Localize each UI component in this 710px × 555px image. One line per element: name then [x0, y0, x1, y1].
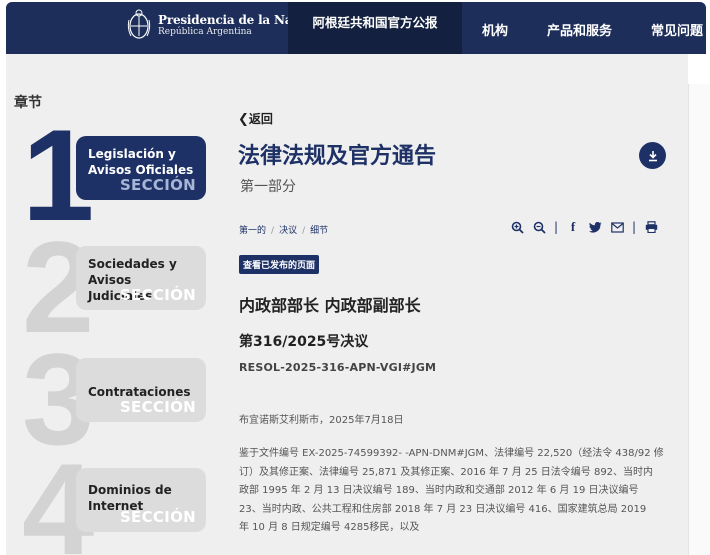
section-name: Legislación y: [88, 147, 176, 161]
download-button[interactable]: [639, 142, 666, 169]
body-line: 鉴于文件编号 EX-2025-74599392- -APN-DNM#JGM、法律…: [239, 448, 664, 459]
toolbar: | f |: [510, 219, 658, 234]
nav-item-productos-servicios[interactable]: 产品和服务: [547, 20, 612, 39]
back-label: 返回: [248, 112, 273, 126]
section-name: Dominios de: [88, 483, 172, 497]
chevron-left-icon: ❮: [238, 112, 249, 127]
resolution-code: RESOL-2025-316-APN-VGI#JGM: [239, 361, 437, 374]
nav-item-organismos[interactable]: 机构: [482, 20, 508, 39]
nav-item-faq[interactable]: 常见问题: [651, 20, 703, 39]
breadcrumb-separator: /: [302, 226, 306, 236]
section-label: SECCIÓN: [119, 508, 196, 526]
twitter-icon[interactable]: [588, 220, 602, 234]
view-published-page-button[interactable]: 查看已发布的页面: [239, 255, 320, 274]
section-label: SECCIÓN: [119, 176, 196, 194]
breadcrumb-item-resolution[interactable]: 决议: [279, 226, 297, 236]
top-navbar: Presidencia de la Nación República Argen…: [6, 2, 706, 60]
resolution-number: 第316/2025号决议: [239, 334, 369, 350]
zoom-in-icon[interactable]: [510, 220, 524, 234]
issuing-organization: 内政部部长 内政部副部长: [239, 296, 421, 315]
toolbar-divider: |: [554, 220, 559, 234]
breadcrumb-separator: /: [271, 226, 275, 236]
toolbar-divider: |: [632, 220, 637, 234]
right-panel-edge: [688, 84, 710, 555]
page-title: 法律法规及官方通告: [238, 144, 437, 169]
email-icon[interactable]: [610, 220, 624, 234]
body-line: 23、当时内政、公共工程和住房部 2018 年 7 月 23 日决议编号 416…: [239, 503, 647, 515]
body-line: 订）及其修正案、法律编号 25,871 及其修正案、2016 年 7 月 25 …: [239, 466, 654, 478]
section-name: Sociedades y: [88, 257, 177, 271]
breadcrumb-item-detail: 细节: [310, 226, 329, 236]
resolution-body: 鉴于文件编号 EX-2025-74599392- -APN-DNM#JGM、法律…: [239, 445, 669, 538]
section-label: SECCIÓN: [119, 286, 196, 304]
section-label: SECCIÓN: [119, 398, 196, 416]
nav-item-boletin-oficial[interactable]: 阿根廷共和国官方公报: [288, 2, 462, 60]
facebook-icon[interactable]: f: [566, 219, 580, 234]
zoom-out-icon[interactable]: [532, 220, 546, 234]
print-icon[interactable]: [644, 220, 658, 234]
section-4-card[interactable]: 4 Dominios de Internet SECCIÓN: [20, 444, 210, 555]
body-line: 政部 1995 年 2 月 13 日决议编号 189、当时内政和交通部 2012…: [239, 485, 639, 496]
page-subtitle: 第一部分: [240, 179, 296, 195]
breadcrumb: 第一的 / 决议 / 细节: [239, 223, 328, 236]
section-2-card[interactable]: 2 Sociedades y Avisos Judiciales SECCIÓN: [20, 222, 210, 352]
download-icon: [648, 150, 657, 161]
body-line: 年 10 月 8 日规定编号 4285移民，以及: [239, 522, 420, 533]
place-date: 布宜诺斯艾利斯市，2025年7月18日: [239, 415, 404, 426]
breadcrumb-item-first[interactable]: 第一的: [239, 226, 266, 236]
argentina-seal-icon: [127, 9, 151, 39]
back-link[interactable]: ❮返回: [238, 110, 273, 127]
section-1-card[interactable]: 1 Legislación y Avisos Oficiales SECCIÓN: [20, 110, 210, 240]
